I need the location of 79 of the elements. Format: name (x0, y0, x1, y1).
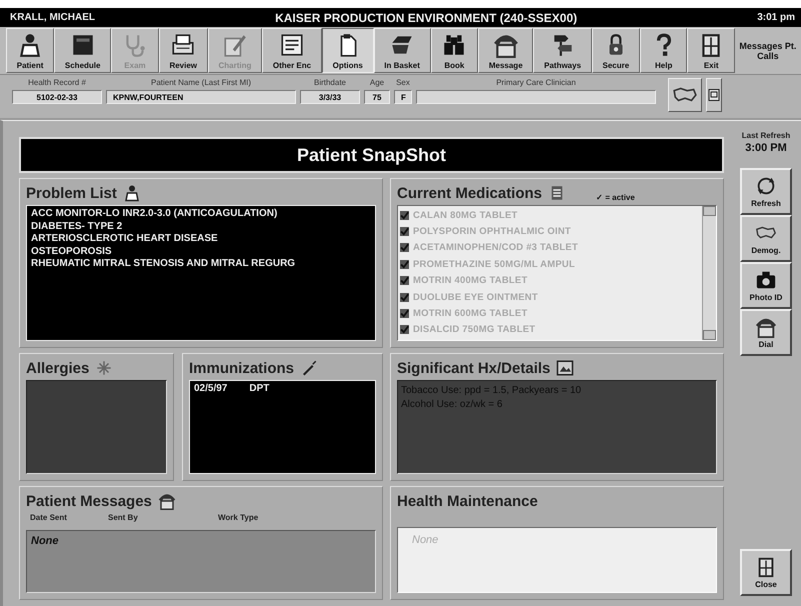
section-title: Allergies (26, 360, 90, 376)
checkbox[interactable] (400, 260, 409, 269)
side-button[interactable]: Dial (740, 309, 792, 356)
problem-item[interactable]: OSTEOPOROSIS (31, 246, 371, 258)
side-button[interactable]: Demog. (740, 215, 792, 262)
field-value: F (394, 90, 412, 104)
field-label: Health Record # (27, 78, 87, 87)
medication-name: MOTRIN 400MG TABLET (413, 275, 528, 286)
field-label: Birthdate (312, 78, 348, 87)
medication-name: DISALCID 750MG TABLET (413, 324, 536, 336)
panel-button[interactable] (706, 78, 722, 112)
field-value: 75 (364, 90, 390, 104)
snapshot-title-bar: Patient SnapShot (19, 137, 724, 173)
toolbar-button[interactable]: Help (640, 28, 688, 73)
clock-time: 3:01 pm (757, 12, 795, 23)
field-value: 5102-02-33 (12, 90, 102, 104)
last-refresh-time: 3:00 PM (745, 142, 787, 154)
medication-name: PROMETHAZINE 50MG/ML AMPUL (413, 258, 575, 270)
medication-name: CALAN 80MG TABLET (413, 210, 518, 221)
empty-text: None (31, 535, 58, 547)
field-value: 3/3/33 (300, 90, 360, 104)
scrollbar[interactable] (702, 206, 716, 340)
vaccine-name: DPT (249, 383, 270, 396)
toolbar-button[interactable]: Secure (592, 28, 640, 73)
problem-item[interactable]: RHEUMATIC MITRAL STENOSIS AND MITRAL REGURG (31, 258, 371, 270)
window-title: KAISER PRODUCTION ENVIRONMENT (240-SSEX00) (274, 10, 578, 24)
user-name: KRALL, MICHAEL (10, 12, 95, 23)
section-title: Immunizations (189, 360, 294, 376)
empty-text: None (412, 534, 438, 546)
medication-name: POLYSPORIN OPHTHALMIC OINT (413, 226, 571, 238)
section-title: Health Maintenance (397, 492, 538, 510)
section-title: Problem List (26, 184, 117, 202)
checkbox[interactable] (400, 210, 409, 220)
field-label: Patient Name (Last First MI) (150, 78, 252, 87)
medication-name: DUOLUBE EYE OINTMENT (413, 292, 538, 303)
checkbox[interactable] (400, 325, 409, 334)
checkbox[interactable] (400, 309, 409, 318)
column-header: Sent By (108, 513, 139, 522)
refresh-icon (755, 175, 777, 197)
medication-name: MOTRIN 600MG TABLET (413, 308, 528, 320)
problem-item[interactable]: DIABETES- TYPE 2 (31, 220, 371, 233)
checkbox[interactable] (400, 276, 409, 286)
toolbar-button[interactable]: In Basket (374, 28, 431, 73)
picture-frame-icon (556, 359, 574, 377)
toolbar-button[interactable]: Pathways (533, 28, 592, 73)
camera-icon (755, 269, 777, 291)
legend-text: ✓ = active (596, 192, 635, 202)
column-header: Work Type (218, 513, 260, 522)
toolbar-button[interactable]: Book (430, 28, 478, 73)
side-button[interactable]: Close (740, 549, 792, 596)
toolbar-button[interactable]: Patient (6, 28, 54, 73)
problem-item[interactable]: ACC MONITOR-LO INR2.0-3.0 (ANTICOAGULATION) (31, 208, 371, 220)
last-refresh-label: Last Refresh (742, 131, 790, 140)
toolbar-button[interactable]: Options (322, 28, 374, 73)
spark-icon (95, 359, 114, 377)
column-header: Date Sent (30, 513, 68, 522)
toolbar-button[interactable]: Message (478, 28, 534, 73)
person-icon (122, 184, 141, 202)
side-button[interactable]: Photo ID (740, 262, 792, 309)
section-title: Current Medications (397, 184, 542, 202)
checkbox[interactable] (400, 243, 409, 252)
toolbar-button[interactable]: Exit (687, 28, 735, 73)
problem-item[interactable]: ARTERIOSCLEROTIC HEART DISEASE (31, 233, 371, 246)
field-value: KPNW,FOURTEEN (106, 90, 296, 104)
immunization-date: 02/5/97 (194, 383, 228, 396)
field-label: Sex (395, 78, 411, 87)
checkbox[interactable] (400, 292, 409, 302)
field-label: Age (368, 78, 386, 87)
medication-name: ACETAMINOPHEN/COD #3 TABLET (413, 242, 578, 254)
toolbar-button[interactable]: Other Enc (262, 28, 322, 73)
section-title: Patient Messages (26, 492, 152, 510)
notepad-icon (279, 32, 305, 58)
toolbar-button[interactable]: Schedule (54, 28, 112, 73)
toolbar-button[interactable]: Review (158, 28, 208, 73)
section-title: Significant Hx/Details (397, 360, 550, 376)
checkbox[interactable] (400, 227, 409, 236)
side-button[interactable]: Refresh (740, 168, 792, 215)
map-button[interactable] (668, 78, 702, 112)
field-label: Primary Care Clinician (495, 78, 577, 87)
